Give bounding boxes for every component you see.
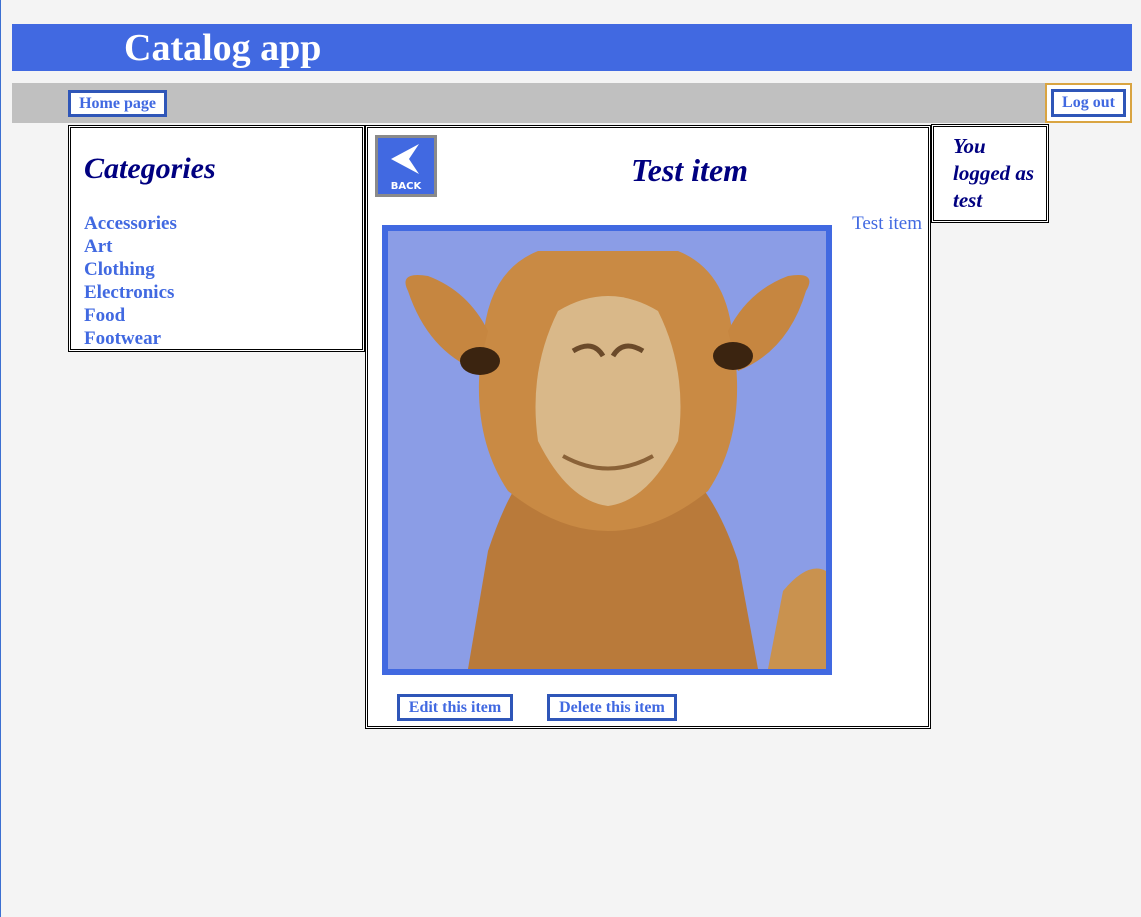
category-link-footwear[interactable]: Footwear <box>84 327 177 350</box>
category-list: Accessories Art Clothing Electronics Foo… <box>84 212 177 350</box>
category-link-art[interactable]: Art <box>84 235 177 258</box>
item-description: Test item <box>852 213 922 234</box>
item-title: Test item <box>631 152 749 188</box>
logout-button[interactable]: Log out <box>1051 89 1126 117</box>
delete-item-button[interactable]: Delete this item <box>547 694 677 721</box>
category-link-accessories[interactable]: Accessories <box>84 212 177 235</box>
back-arrow-icon <box>391 144 419 174</box>
item-detail-panel: BACK Test item Test item Edit this item … <box>365 125 931 729</box>
logout-focus-ring: Log out <box>1045 83 1132 123</box>
back-label: BACK <box>390 181 422 192</box>
categories-heading: Categories <box>84 152 216 185</box>
app-header: Catalog app <box>12 24 1132 71</box>
back-button[interactable]: BACK <box>375 135 437 197</box>
app-title: Catalog app <box>124 27 322 69</box>
category-link-electronics[interactable]: Electronics <box>84 281 177 304</box>
category-link-food[interactable]: Food <box>84 304 177 327</box>
edit-item-button[interactable]: Edit this item <box>397 694 513 721</box>
camel-photo-icon <box>388 231 826 669</box>
home-page-button[interactable]: Home page <box>68 90 167 117</box>
nav-bar: Home page Log out <box>12 83 1132 123</box>
user-status-panel: You logged as test <box>931 124 1049 223</box>
login-status-text: You logged as test <box>953 134 1035 212</box>
item-image <box>382 225 832 675</box>
category-link-clothing[interactable]: Clothing <box>84 258 177 281</box>
categories-panel: Categories Accessories Art Clothing Elec… <box>68 125 365 352</box>
